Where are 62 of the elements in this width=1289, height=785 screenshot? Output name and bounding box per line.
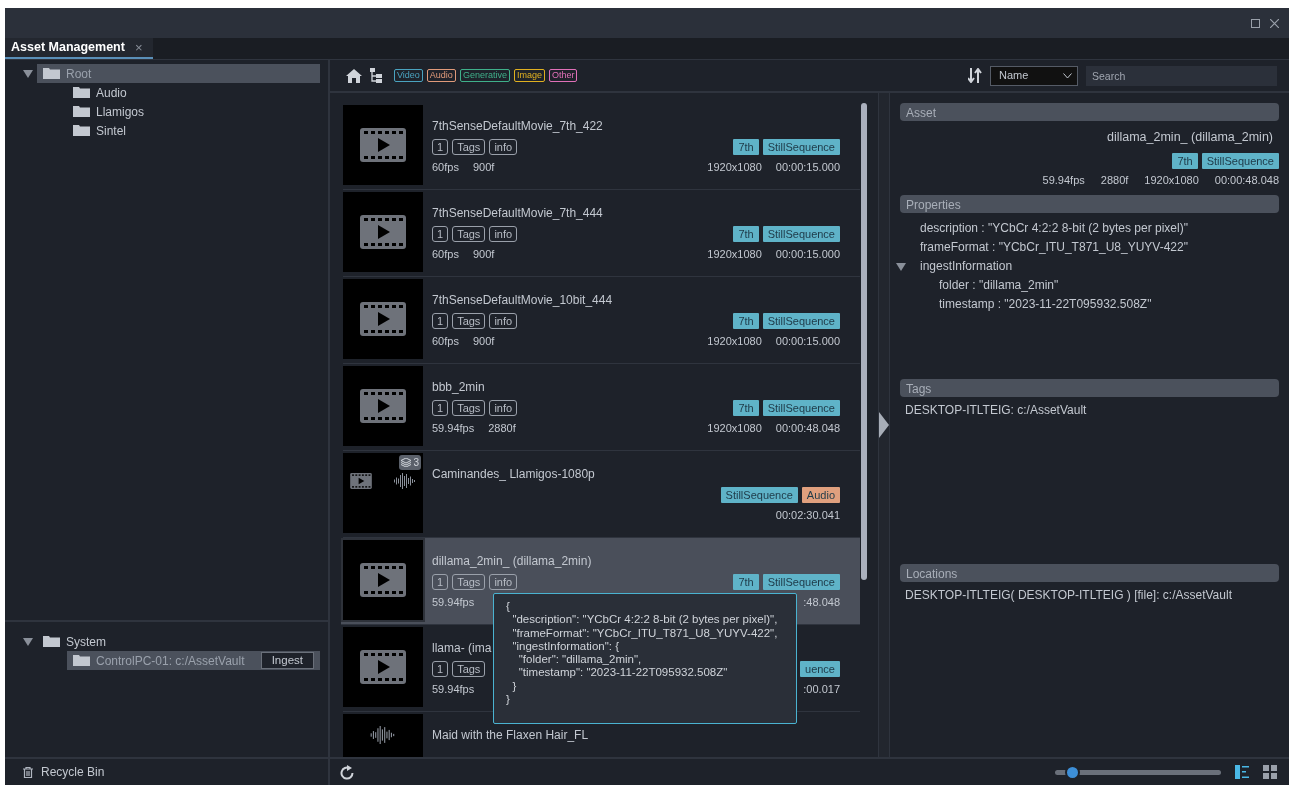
category-badge: 7th — [1172, 152, 1198, 169]
duration-text: 00:02:30.041 — [775, 508, 840, 523]
property-text: timestamp : "2023-11-22T095932.508Z" — [939, 296, 1152, 313]
category-badge: 7th — [733, 226, 759, 242]
duration-text: :48.048 — [803, 595, 840, 610]
frame-count-text: 2880f — [488, 421, 516, 436]
category-badge: 7th — [733, 313, 759, 329]
metadata-text: 59.94fps — [1042, 172, 1085, 188]
asset-title: bbb_2min — [432, 379, 485, 396]
section-header: Locations — [900, 564, 1279, 582]
asset-name: dillama_2min_ (dillama_2min) — [1105, 129, 1274, 146]
asset-title: llama- (ima — [432, 640, 492, 657]
duration-text: 00:00:48.048 — [775, 421, 840, 436]
frame-rate-text: 60fps — [432, 160, 459, 175]
property-text: ingestInformation — [920, 258, 1013, 275]
category-badge: 7th — [733, 574, 759, 590]
resolution-text: 1920x1080 — [707, 334, 762, 349]
category-badge: StillSequence — [762, 574, 840, 590]
duration-text: 00:00:15.000 — [775, 334, 840, 349]
category-badge: uence — [800, 661, 840, 677]
tag-text: DESKTOP-ITLTEIG: c:/AssetVault — [904, 402, 1088, 419]
property-text: frameFormat : "YCbCr_ITU_T871_U8_YUYV-422" — [920, 239, 1188, 256]
frame-rate-text: 60fps — [432, 334, 459, 349]
resolution-text: 1920x1080 — [707, 421, 762, 436]
duration-text: :00.017 — [803, 682, 840, 697]
category-badge: StillSequence — [720, 487, 798, 503]
frame-rate-text: 59.94fps — [432, 595, 475, 610]
property-text: description : "YCbCr 4:2:2 8-bit (2 bytes per pixel)" — [920, 220, 1188, 237]
resolution-text: 1920x1080 — [707, 247, 762, 262]
category-badge: StillSequence — [1201, 152, 1279, 169]
section-header: Asset — [900, 103, 1279, 121]
section-header: Properties — [900, 195, 1279, 213]
category-badge: 7th — [733, 400, 759, 416]
category-badge: StillSequence — [762, 139, 840, 155]
frame-rate-text: 60fps — [432, 247, 459, 262]
category-badge: StillSequence — [762, 226, 840, 242]
frame-rate-text: 59.94fps — [432, 421, 475, 436]
category-badge: StillSequence — [762, 313, 840, 329]
duration-text: 00:00:15.000 — [775, 160, 840, 175]
resolution-text: 1920x1080 — [707, 160, 762, 175]
metadata-text: 2880f — [1100, 172, 1129, 188]
section-header: Tags — [900, 379, 1279, 397]
frame-rate-text: 59.94fps — [432, 682, 475, 697]
metadata-text: 1920x1080 — [1144, 172, 1199, 188]
asset-title: Caminandes_ Llamigos-1080p — [432, 466, 595, 483]
duration-text: 00:00:15.000 — [775, 247, 840, 262]
location-text: DESKTOP-ITLTEIG( DESKTOP-ITLTEIG ) [file]: c:/AssetVault — [904, 587, 1233, 604]
frame-count-text: 900f — [472, 334, 495, 349]
asset-title: dillama_2min_ (dillama_2min) — [432, 553, 592, 570]
frame-count-text: 900f — [472, 247, 495, 262]
property-text: folder : "dillama_2min" — [939, 277, 1059, 294]
asset-title: 7thSenseDefaultMovie_7th_422 — [432, 118, 603, 135]
category-badge: 7th — [733, 139, 759, 155]
metadata-text: 00:00:48.048 — [1214, 172, 1279, 188]
frame-count-text: 900f — [472, 160, 495, 175]
asset-title: 7thSenseDefaultMovie_10bit_444 — [432, 292, 613, 309]
category-badge: StillSequence — [762, 400, 840, 416]
asset-title: 7thSenseDefaultMovie_7th_444 — [432, 205, 603, 222]
category-badge: Audio — [801, 487, 840, 503]
count-badge: 3 — [399, 455, 421, 470]
sort-value: Name — [999, 68, 1029, 84]
asset-title: Maid with the Flaxen Hair_FL — [432, 727, 589, 744]
